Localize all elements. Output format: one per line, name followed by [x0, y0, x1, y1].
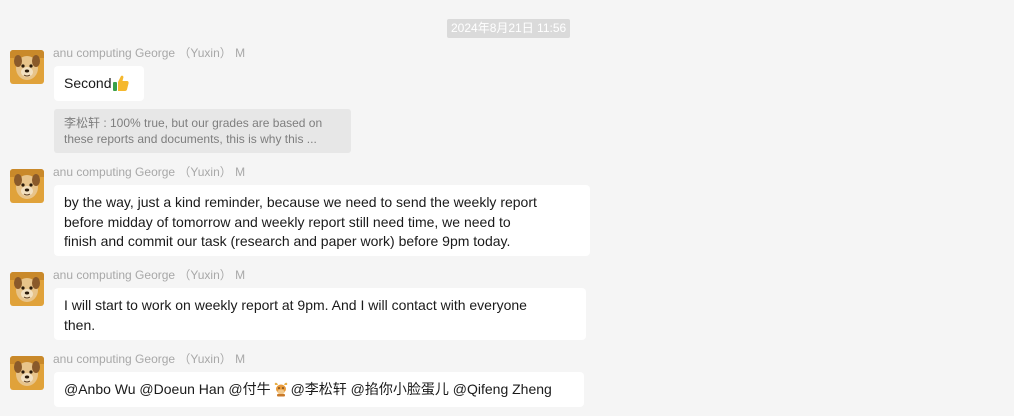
chat-message-area[interactable]: 2024年8月21日 11:56 anu computing George （Y…: [0, 0, 1014, 416]
message-bubble[interactable]: @Anbo Wu @Doeun Han @付牛 @李松轩 @掐你小脸蛋儿 @Qi…: [54, 372, 584, 407]
message-text: then.: [64, 316, 96, 333]
message-bubble[interactable]: by the way, just a kind reminder, becaus…: [54, 185, 590, 256]
ox-icon: [274, 382, 287, 397]
message-text: @Anbo Wu @Doeun Han @付牛 @李松轩 @掐你小脸蛋儿 @Qi…: [64, 380, 574, 400]
message-text: I will start to work on weekly report at…: [64, 297, 527, 313]
thumbs-up-icon: [113, 75, 130, 91]
message-bubble[interactable]: I will start to work on weekly report at…: [54, 288, 586, 340]
sender-name: anu computing George （Yuxin） M: [53, 46, 246, 60]
sender-name: anu computing George （Yuxin） M: [53, 165, 246, 179]
mention-list[interactable]: @李松轩 @掐你小脸蛋儿 @Qifeng Zheng: [291, 381, 552, 397]
quoted-reply[interactable]: 李松轩 : 100% true, but our grades are base…: [54, 109, 351, 153]
dog-avatar-icon: [10, 50, 44, 84]
avatar[interactable]: [10, 272, 44, 306]
message-text: Second: [64, 75, 112, 91]
sender-name: anu computing George （Yuxin） M: [53, 268, 246, 282]
sender-name: anu computing George （Yuxin） M: [53, 352, 246, 366]
avatar[interactable]: [10, 50, 44, 84]
message-text: by the way, just a kind reminder, becaus…: [64, 194, 537, 210]
dog-avatar-icon: [10, 356, 44, 390]
avatar[interactable]: [10, 169, 44, 203]
quote-line: these reports and documents, this is why…: [64, 132, 317, 146]
message-text: before midday of tomorrow and weekly rep…: [64, 213, 511, 230]
message-text: finish and commit our task (research and…: [64, 233, 511, 249]
mention-list[interactable]: @Anbo Wu @Doeun Han @付牛: [64, 381, 271, 397]
avatar[interactable]: [10, 356, 44, 390]
message-timestamp: 2024年8月21日 11:56: [447, 19, 571, 38]
quote-line: 李松轩 : 100% true, but our grades are base…: [64, 116, 323, 130]
message-bubble[interactable]: Second: [54, 66, 144, 101]
dog-avatar-icon: [10, 169, 44, 203]
dog-avatar-icon: [10, 272, 44, 306]
